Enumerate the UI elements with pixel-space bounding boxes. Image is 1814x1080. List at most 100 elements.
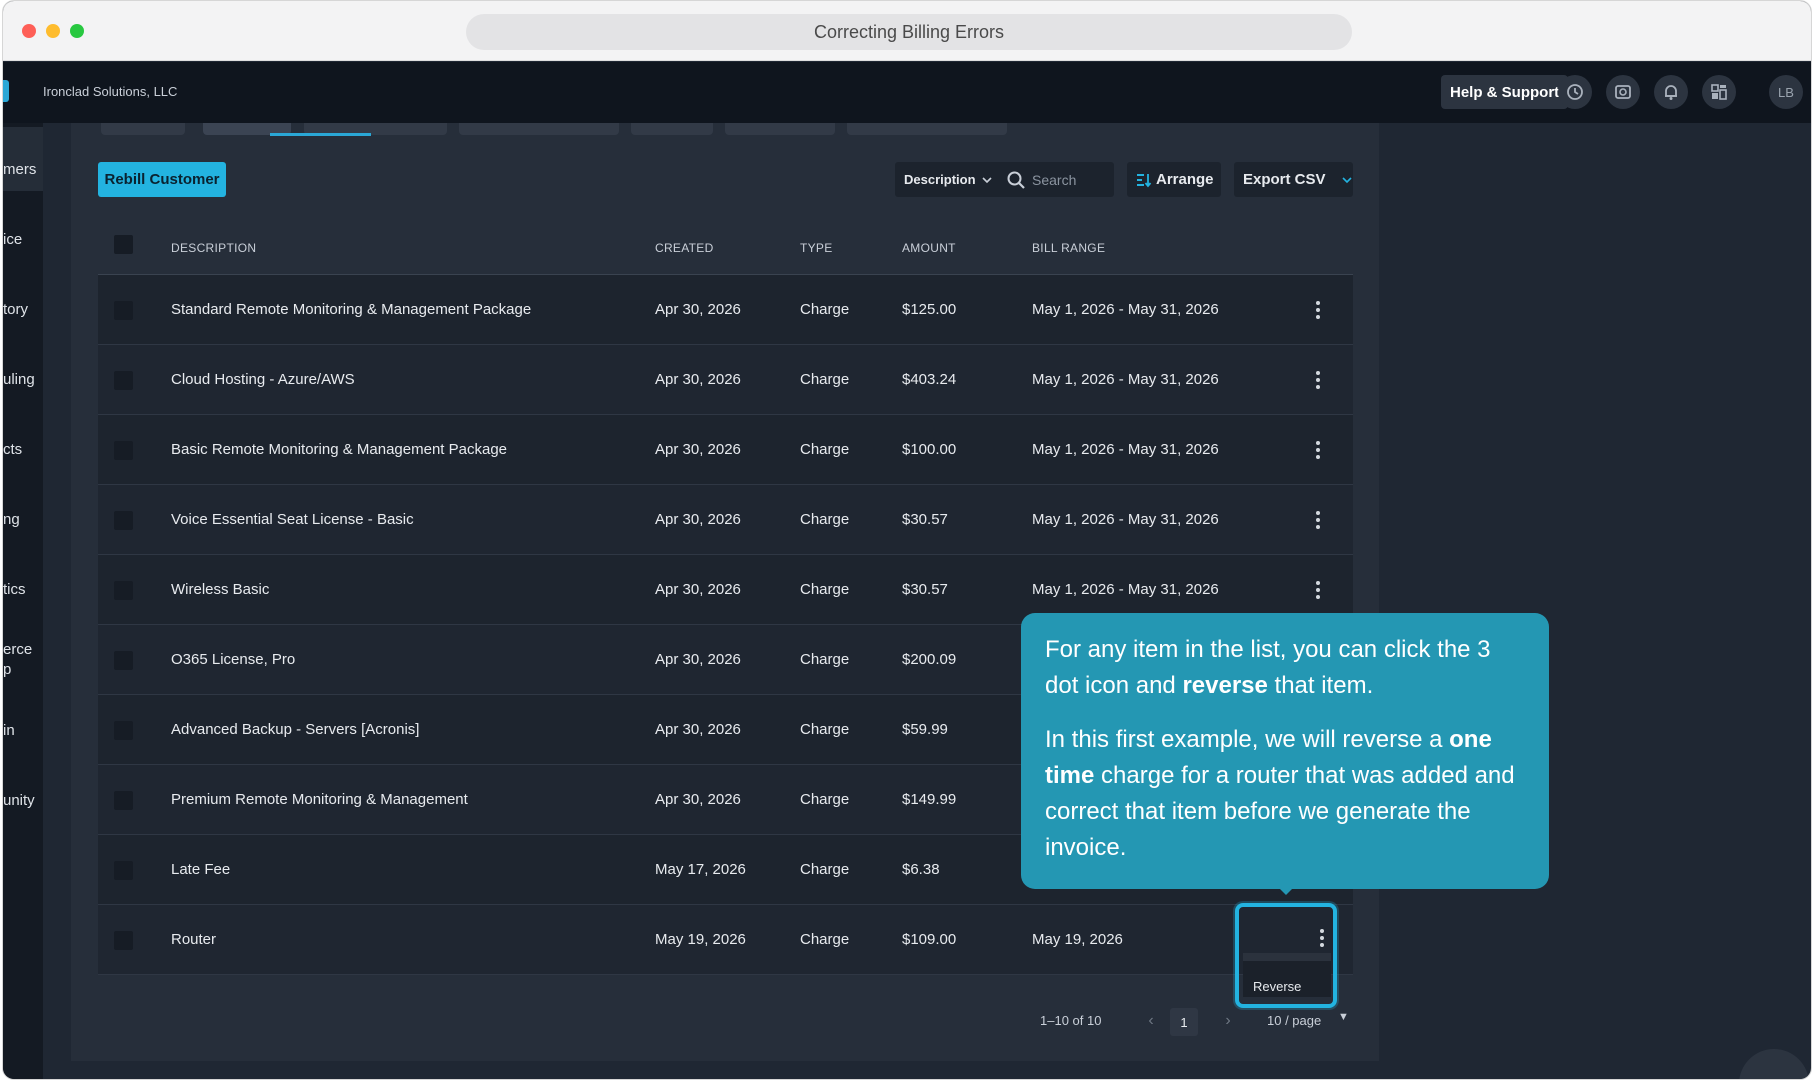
row-created: May 17, 2026 bbox=[655, 861, 746, 878]
row-bill-range: May 1, 2026 - May 31, 2026 bbox=[1032, 371, 1219, 388]
more-options-icon[interactable] bbox=[1308, 300, 1328, 320]
more-options-icon[interactable] bbox=[1308, 440, 1328, 460]
row-created: Apr 30, 2026 bbox=[655, 651, 741, 668]
table-row[interactable]: Router May 19, 2026 Charge $109.00 May 1… bbox=[98, 905, 1353, 975]
sidebar-item-commerce[interactable]: erce bbox=[3, 641, 32, 658]
row-bill-range: May 1, 2026 - May 31, 2026 bbox=[1032, 441, 1219, 458]
row-checkbox[interactable] bbox=[114, 931, 133, 950]
column-header-amount[interactable]: AMOUNT bbox=[902, 241, 956, 255]
close-window-button[interactable] bbox=[22, 24, 36, 38]
sidebar-item-admin[interactable]: in bbox=[3, 722, 15, 739]
row-created: Apr 30, 2026 bbox=[655, 511, 741, 528]
minimize-window-button[interactable] bbox=[46, 24, 60, 38]
tab-recurring-services[interactable] bbox=[847, 123, 1007, 135]
window-chrome: Correcting Billing Errors bbox=[3, 1, 1811, 61]
row-bill-range: May 1, 2026 - May 31, 2026 bbox=[1032, 301, 1219, 318]
table-row[interactable]: Cloud Hosting - Azure/AWS Apr 30, 2026 C… bbox=[98, 345, 1353, 415]
row-checkbox[interactable] bbox=[114, 511, 133, 530]
maximize-window-button[interactable] bbox=[70, 24, 84, 38]
sidebar-item-history[interactable]: tory bbox=[3, 301, 28, 318]
column-header-description[interactable]: DESCRIPTION bbox=[171, 241, 256, 255]
pagination-page-1[interactable]: 1 bbox=[1170, 1008, 1198, 1036]
table-row[interactable]: Voice Essential Seat License - Basic Apr… bbox=[98, 485, 1353, 555]
sidebar-item-commerce-cont[interactable]: p bbox=[3, 661, 11, 678]
row-description: Standard Remote Monitoring & Management … bbox=[171, 301, 532, 318]
export-csv-button[interactable]: Export CSV bbox=[1234, 162, 1353, 197]
column-header-type[interactable]: TYPE bbox=[800, 241, 833, 255]
row-checkbox[interactable] bbox=[114, 861, 133, 880]
screenshot-icon[interactable] bbox=[1606, 75, 1640, 109]
tab-payment-accounts[interactable] bbox=[459, 123, 619, 135]
row-type: Charge bbox=[800, 931, 850, 948]
row-checkbox[interactable] bbox=[114, 581, 133, 600]
rebill-customer-button[interactable]: Rebill Customer bbox=[98, 162, 226, 197]
tooltip-paragraph-2: In this first example, we will reverse a… bbox=[1045, 722, 1525, 866]
more-options-icon[interactable] bbox=[1308, 580, 1328, 600]
help-support-button[interactable]: Help & Support bbox=[1441, 75, 1569, 109]
search-input[interactable]: Search bbox=[997, 162, 1114, 197]
row-description: Cloud Hosting - Azure/AWS bbox=[171, 371, 355, 388]
sidebar-item-analytics[interactable]: tics bbox=[3, 581, 26, 598]
tooltip-text: charge for a router that was added and c… bbox=[1045, 762, 1515, 861]
select-all-checkbox[interactable] bbox=[114, 235, 133, 254]
sidebar-item-billing[interactable]: ng bbox=[3, 511, 20, 528]
history-icon[interactable] bbox=[1558, 75, 1592, 109]
app-header: Ironclad Solutions, LLC Help & Support L… bbox=[3, 62, 1811, 123]
tab-invoices[interactable] bbox=[101, 123, 185, 135]
row-type: Charge bbox=[800, 371, 850, 388]
brand-logo[interactable] bbox=[3, 80, 9, 102]
arrange-label: Arrange bbox=[1156, 171, 1214, 188]
row-description: Router bbox=[171, 931, 217, 948]
tooltip-paragraph-1: For any item in the list, you can click … bbox=[1045, 632, 1525, 704]
search-field-select[interactable]: Description bbox=[895, 162, 997, 197]
page-size-select[interactable]: 10 / page bbox=[1267, 1013, 1321, 1028]
row-checkbox[interactable] bbox=[114, 371, 133, 390]
sidebar-item-community[interactable]: unity bbox=[3, 792, 35, 809]
row-checkbox[interactable] bbox=[114, 651, 133, 670]
row-description: Wireless Basic bbox=[171, 581, 270, 598]
row-created: Apr 30, 2026 bbox=[655, 721, 741, 738]
column-header-created[interactable]: CREATED bbox=[655, 241, 714, 255]
row-type: Charge bbox=[800, 651, 850, 668]
sidebar-item-products[interactable]: cts bbox=[3, 441, 22, 458]
arrange-button[interactable]: Arrange bbox=[1127, 162, 1221, 197]
row-checkbox[interactable] bbox=[114, 721, 133, 740]
row-description: Basic Remote Monitoring & Management Pac… bbox=[171, 441, 508, 458]
app-window: Correcting Billing Errors Ironclad Solut… bbox=[2, 0, 1812, 1080]
company-name: Ironclad Solutions, LLC bbox=[43, 84, 178, 99]
chevron-right-icon[interactable]: › bbox=[1218, 1009, 1238, 1033]
sidebar-item-scheduling[interactable]: uling bbox=[3, 371, 35, 388]
row-type: Charge bbox=[800, 861, 850, 878]
sidebar-item-invoice[interactable]: ice bbox=[3, 231, 22, 248]
tab-collections[interactable] bbox=[725, 123, 835, 135]
user-avatar[interactable]: LB bbox=[1769, 75, 1803, 109]
caret-down-icon[interactable]: ▼ bbox=[1338, 1011, 1349, 1023]
row-bill-range: May 19, 2026 bbox=[1032, 931, 1123, 948]
table-row[interactable]: Basic Remote Monitoring & Management Pac… bbox=[98, 415, 1353, 485]
row-created: Apr 30, 2026 bbox=[655, 581, 741, 598]
row-description: Late Fee bbox=[171, 861, 231, 878]
sidebar-item-customers[interactable]: mers bbox=[3, 161, 36, 178]
tooltip-text: that item. bbox=[1267, 672, 1374, 699]
tab-usage[interactable] bbox=[631, 123, 713, 135]
row-created: Apr 30, 2026 bbox=[655, 371, 741, 388]
more-options-icon[interactable] bbox=[1308, 370, 1328, 390]
row-checkbox[interactable] bbox=[114, 301, 133, 320]
row-bill-range: May 1, 2026 - May 31, 2026 bbox=[1032, 511, 1219, 528]
row-amount: $100.00 bbox=[902, 441, 957, 458]
row-amount: $125.00 bbox=[902, 301, 957, 318]
table-row[interactable]: Standard Remote Monitoring & Management … bbox=[98, 275, 1353, 345]
tutorial-tooltip: For any item in the list, you can click … bbox=[1021, 613, 1549, 889]
row-created: Apr 30, 2026 bbox=[655, 791, 741, 808]
dashboard-icon[interactable] bbox=[1702, 75, 1736, 109]
column-header-bill-range[interactable]: BILL RANGE bbox=[1032, 241, 1105, 255]
bell-icon[interactable] bbox=[1654, 75, 1688, 109]
row-checkbox[interactable] bbox=[114, 791, 133, 810]
row-type: Charge bbox=[800, 791, 850, 808]
corner-action-button[interactable] bbox=[1739, 1049, 1809, 1079]
row-bill-range: May 1, 2026 - May 31, 2026 bbox=[1032, 581, 1219, 598]
more-options-icon[interactable] bbox=[1308, 510, 1328, 530]
search-field-label: Description bbox=[904, 172, 976, 187]
chevron-left-icon[interactable]: ‹ bbox=[1141, 1009, 1161, 1033]
row-checkbox[interactable] bbox=[114, 441, 133, 460]
